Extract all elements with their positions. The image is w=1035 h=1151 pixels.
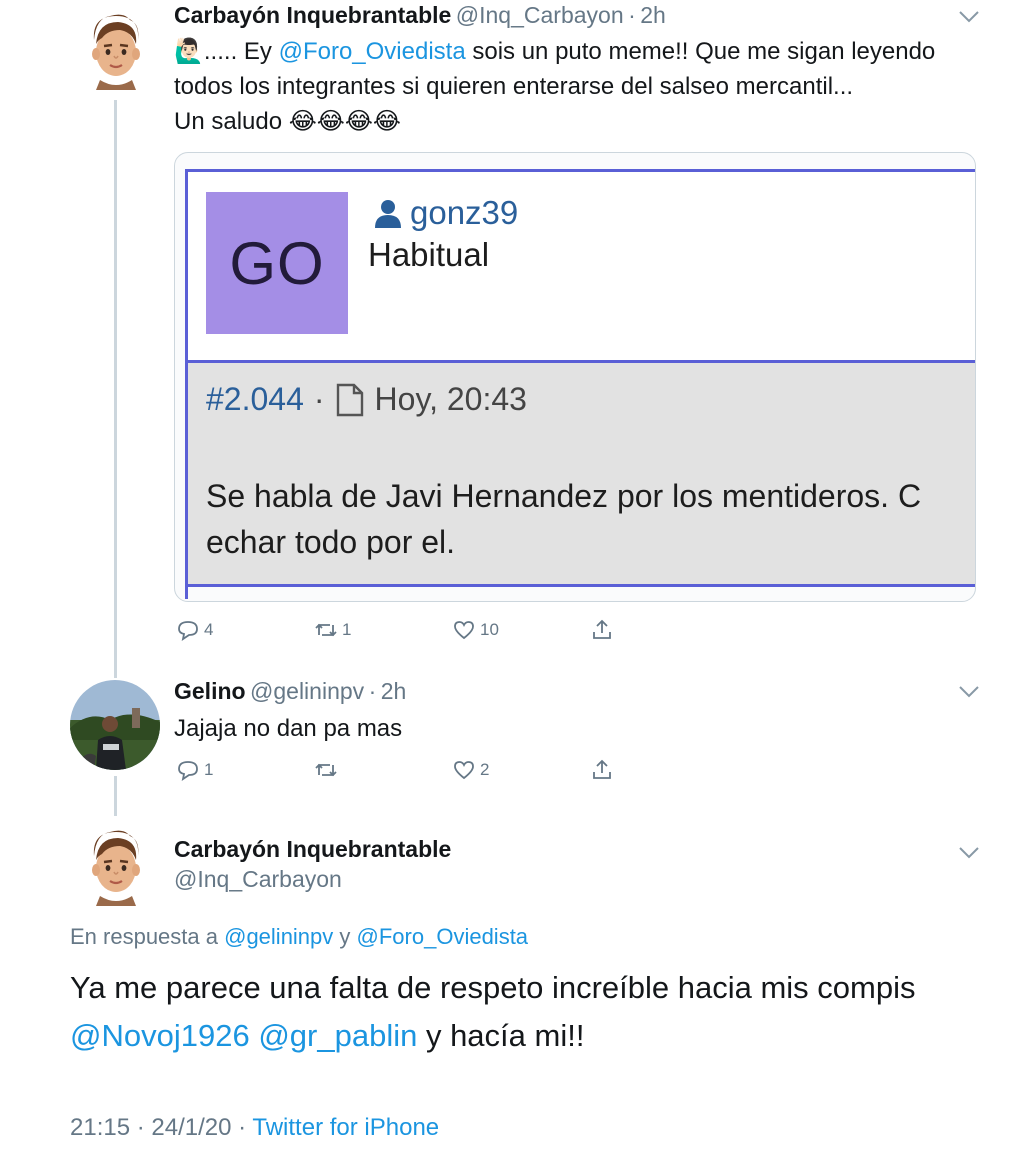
heart-icon: [454, 621, 474, 640]
tweet-text: 🙋🏻‍♂️..... Ey @Foro_Oviedista sois un pu…: [174, 34, 935, 139]
forum-username-text: gonz39: [410, 194, 519, 231]
reply-and: y: [333, 924, 357, 949]
forum-user-role: Habitual: [368, 236, 490, 273]
reply-prefix: En respuesta a: [70, 924, 225, 949]
username[interactable]: @gelininpv: [250, 678, 364, 704]
source-link[interactable]: Twitter for iPhone: [252, 1114, 439, 1141]
like-button[interactable]: 2: [452, 758, 489, 782]
text-segment: todos los integrantes si quieren enterar…: [174, 73, 854, 100]
mention-link[interactable]: @Novoj1926: [70, 1018, 250, 1053]
emoji: 😂😂😂😂: [288, 108, 401, 135]
display-name[interactable]: Carbayón Inquebrantable: [174, 836, 451, 863]
text-line: echar todo por el.: [206, 524, 456, 560]
forum-post-text: Se habla de Javi Hernandez por los menti…: [206, 473, 921, 565]
avatar[interactable]: [80, 10, 152, 90]
user-icon: [375, 200, 401, 228]
separator: ·: [368, 678, 377, 704]
display-name[interactable]: Carbayón Inquebrantable: [174, 2, 451, 28]
chevron-down-icon[interactable]: [958, 10, 980, 24]
tweet-metadata: 21:15 · 24/1/20 · Twitter for iPhone: [70, 1114, 439, 1142]
separator: ·: [628, 2, 636, 28]
retweet-button[interactable]: [314, 758, 342, 782]
forum-post-body: #2.044 · Hoy, 20:43 Se habla de Javi Her…: [188, 363, 975, 587]
reply-icon: [178, 621, 198, 641]
separator: ·: [136, 1114, 145, 1141]
retweet-count: 1: [342, 620, 352, 639]
retweet-button[interactable]: 1: [314, 618, 351, 642]
separator: ·: [313, 381, 325, 417]
mention-link[interactable]: @gr_pablin: [258, 1018, 417, 1053]
mention-link[interactable]: @Foro_Oviedista: [357, 924, 529, 949]
heart-icon: [454, 761, 474, 780]
reply-count: 1: [204, 760, 214, 779]
share-icon: [593, 619, 611, 639]
post-time: Hoy, 20:43: [374, 381, 527, 417]
forum-post-screenshot: GO gonz39 Habitual #2.044 · Hoy, 20:43 S…: [185, 169, 975, 599]
reply-button[interactable]: 4: [176, 618, 213, 642]
tweet-media-image[interactable]: GO gonz39 Habitual #2.044 · Hoy, 20:43 S…: [174, 152, 976, 602]
forum-post-meta: #2.044 · Hoy, 20:43: [206, 381, 527, 418]
document-icon: [336, 383, 363, 416]
text-segment: Ya me parece una falta de respeto increí…: [70, 970, 916, 1005]
text-segment: ..... Ey: [203, 38, 279, 65]
tweet-text: Ya me parece una falta de respeto increí…: [70, 964, 915, 1060]
share-icon: [593, 759, 611, 779]
like-count: 2: [480, 760, 490, 779]
share-button[interactable]: [590, 618, 614, 642]
like-count: 10: [480, 620, 499, 639]
chevron-down-icon[interactable]: [958, 846, 980, 860]
username[interactable]: @Inq_Carbayon: [456, 2, 624, 28]
text-segment: y hacía mi!!: [417, 1018, 585, 1053]
tweet-time: 21:15: [70, 1114, 131, 1141]
text-segment: Un saludo: [174, 108, 283, 135]
timestamp[interactable]: 2h: [640, 2, 666, 28]
avatar[interactable]: [70, 680, 160, 770]
display-name[interactable]: Gelino: [174, 678, 246, 704]
tweet-date: 24/1/20: [151, 1114, 232, 1141]
forum-avatar: GO: [206, 192, 348, 334]
retweet-icon: [315, 623, 337, 637]
chevron-down-icon[interactable]: [958, 685, 980, 699]
reply-icon: [178, 761, 198, 781]
avatar[interactable]: [80, 826, 152, 906]
like-button[interactable]: 10: [452, 618, 499, 642]
text-segment: sois un puto meme!! Que me sigan leyendo: [465, 38, 936, 65]
separator: ·: [238, 1114, 247, 1141]
retweet-icon: [315, 763, 337, 777]
share-button[interactable]: [590, 758, 614, 782]
timestamp[interactable]: 2h: [381, 678, 407, 704]
text-line: Se habla de Javi Hernandez por los menti…: [206, 478, 922, 514]
reply-button[interactable]: 1: [176, 758, 213, 782]
reply-count: 4: [204, 620, 214, 639]
thread-line: [114, 100, 117, 678]
tweet-text: Jajaja no dan pa mas: [174, 715, 403, 742]
forum-post-header: GO gonz39 Habitual: [188, 169, 975, 363]
emoji: 🙋🏻‍♂️: [174, 38, 204, 65]
mention-link[interactable]: @gelininpv: [224, 924, 333, 949]
reply-context: En respuesta a @gelininpv y @Foro_Oviedi…: [70, 924, 528, 950]
mention-link[interactable]: @Foro_Oviedista: [279, 38, 466, 65]
post-number: #2.044: [206, 381, 304, 417]
username[interactable]: @Inq_Carbayon: [174, 866, 342, 893]
thread-line: [114, 776, 117, 816]
forum-username: gonz39: [374, 194, 518, 232]
